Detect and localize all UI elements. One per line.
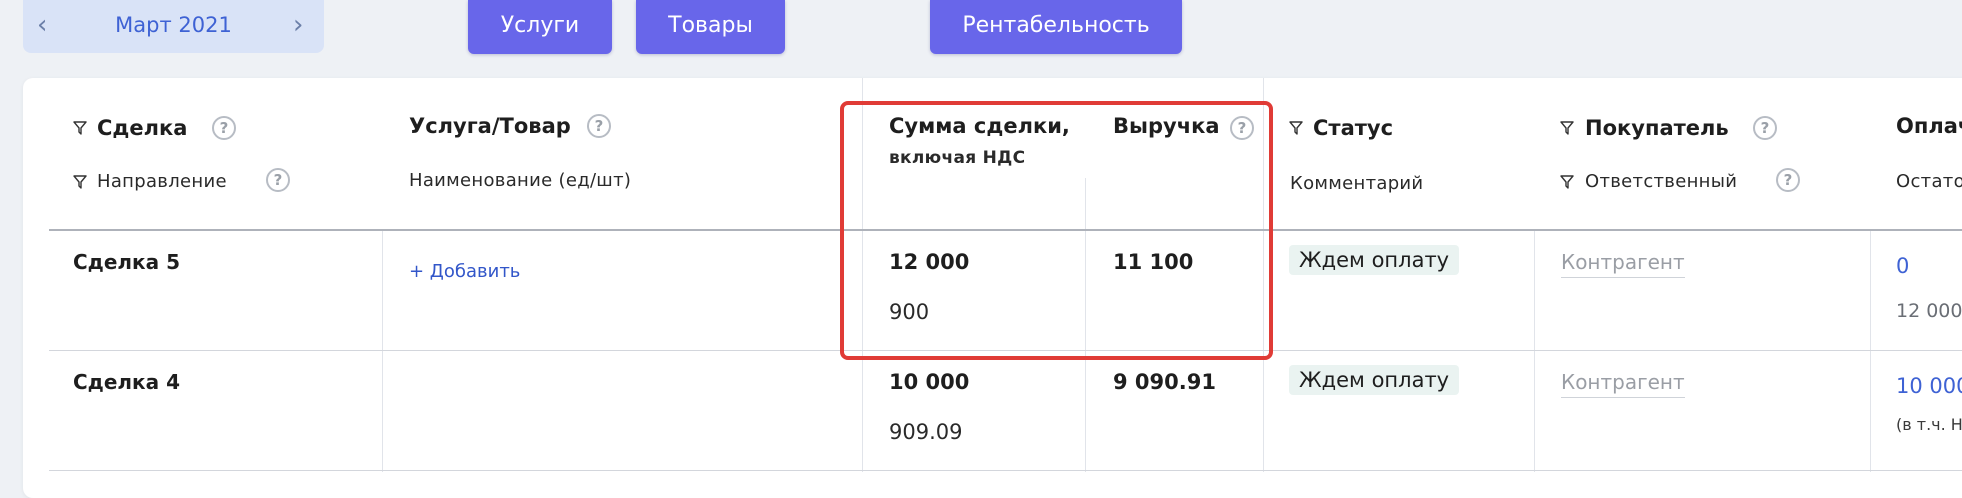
deal-name[interactable]: Сделка 5 (73, 250, 180, 274)
filter-icon[interactable] (73, 175, 87, 189)
buyer-input[interactable]: Контрагент (1561, 250, 1685, 278)
column-header-amount: Сумма сделки, (889, 114, 1070, 138)
column-divider (382, 230, 383, 472)
column-subheader-comment: Комментарий (1290, 173, 1424, 194)
deal-amount: 12 000 (889, 250, 970, 274)
help-icon[interactable]: ? (1753, 116, 1777, 140)
month-label: Март 2021 (115, 13, 232, 37)
help-icon[interactable]: ? (266, 168, 290, 192)
revenue-value: 9 090.91 (1113, 370, 1216, 394)
services-button[interactable]: Услуги (468, 0, 612, 54)
column-divider (1870, 230, 1871, 472)
column-divider (862, 78, 863, 472)
add-item-link[interactable]: + Добавить (409, 261, 520, 282)
filter-icon[interactable] (1560, 175, 1574, 189)
paid-link[interactable]: 0 (1896, 254, 1909, 278)
help-icon[interactable]: ? (1776, 168, 1800, 192)
column-header-item: Услуга/Товар (409, 114, 571, 138)
column-divider (1085, 178, 1086, 472)
goods-button[interactable]: Товары (636, 0, 785, 54)
column-header-status[interactable]: Статус (1313, 116, 1393, 140)
row-divider (49, 470, 1962, 471)
help-icon[interactable]: ? (212, 116, 236, 140)
column-subheader-direction[interactable]: Направление (97, 171, 227, 192)
deal-name[interactable]: Сделка 4 (73, 370, 180, 394)
remaining-value: 12 000 (1896, 300, 1962, 322)
filter-icon[interactable] (1560, 121, 1574, 135)
vat-amount: 909.09 (889, 420, 963, 444)
column-header-payment: Оплач (1896, 114, 1962, 138)
column-divider (1263, 78, 1264, 472)
chevron-right-icon[interactable]: › (293, 10, 303, 40)
column-divider (1534, 230, 1535, 472)
column-header-deal[interactable]: Сделка (97, 116, 187, 140)
month-picker[interactable]: ‹ Март 2021 › (23, 0, 324, 53)
filter-icon[interactable] (73, 121, 87, 135)
deal-amount: 10 000 (889, 370, 970, 394)
help-icon[interactable]: ? (1230, 116, 1254, 140)
column-subheader-name: Наименование (ед/шт) (409, 170, 632, 191)
deals-table: Сделка ? Направление ? Услуга/Товар ? На… (23, 78, 1962, 498)
column-subheader-vat: включая НДС (889, 148, 1026, 168)
vat-amount: 900 (889, 300, 930, 324)
profitability-button[interactable]: Рентабельность (930, 0, 1182, 54)
revenue-value: 11 100 (1113, 250, 1194, 274)
header-divider (49, 229, 1962, 231)
paid-note: (в т.ч. Н (1896, 415, 1962, 434)
column-header-buyer[interactable]: Покупатель (1585, 116, 1729, 140)
column-subheader-responsible[interactable]: Ответственный (1585, 171, 1737, 192)
status-badge[interactable]: Ждем оплату (1289, 365, 1460, 395)
buyer-input[interactable]: Контрагент (1561, 370, 1685, 398)
help-icon[interactable]: ? (587, 114, 611, 138)
row-divider (49, 350, 1962, 351)
paid-link[interactable]: 10 000 (1896, 374, 1962, 398)
column-subheader-remaining: Остато (1896, 171, 1962, 192)
filter-icon[interactable] (1289, 121, 1303, 135)
status-badge[interactable]: Ждем оплату (1289, 245, 1460, 275)
column-header-revenue: Выручка (1113, 114, 1220, 138)
